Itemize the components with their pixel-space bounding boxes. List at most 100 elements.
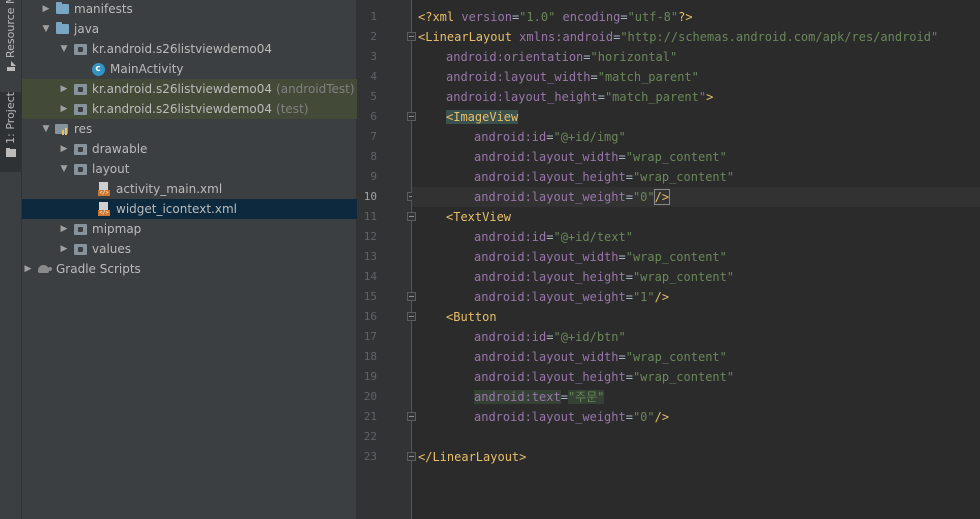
tree-item-values[interactable]: ▶ values xyxy=(22,239,392,259)
line-number: 17 xyxy=(363,330,377,343)
text-caret xyxy=(669,190,671,205)
code-line-1[interactable]: <?xml version="1.0" encoding="utf-8"?> xyxy=(418,7,693,27)
expand-arrow-icon[interactable]: ▶ xyxy=(40,0,52,19)
fold-marker-icon[interactable] xyxy=(407,292,416,301)
tree-item-label: manifests xyxy=(74,2,133,16)
tree-item-label: kr.android.s26listviewdemo04 xyxy=(92,42,273,56)
code-line-4[interactable]: android:layout_width="match_parent" xyxy=(418,67,699,87)
code-line-11[interactable]: <TextView xyxy=(418,207,511,227)
xml-eq: = xyxy=(625,170,633,184)
fold-marker-icon[interactable] xyxy=(407,32,416,41)
xml-attr: android:layout_height xyxy=(474,170,626,184)
tree-item-mipmap[interactable]: ▶ mipmap xyxy=(22,219,392,239)
xml-tag-self-close: /> xyxy=(653,189,671,205)
fold-marker-icon[interactable] xyxy=(407,112,416,121)
xml-value: "http://schemas.android.com/apk/res/andr… xyxy=(620,30,939,44)
collapse-arrow-icon[interactable]: ▼ xyxy=(40,19,52,39)
expand-arrow-icon[interactable]: ▶ xyxy=(58,79,70,99)
code-line-16[interactable]: <Button xyxy=(418,307,497,327)
code-editor[interactable]: 1 2 3 4 5 6 7 8 9 10 11 12 13 14 15 16 1… xyxy=(357,0,980,519)
xml-tag-highlighted: <ImageView xyxy=(446,110,519,124)
xml-eq: = xyxy=(597,90,605,104)
project-tab[interactable]: 1: Project xyxy=(0,92,21,172)
tree-item-label: java xyxy=(74,22,100,36)
expand-arrow-icon[interactable]: ▶ xyxy=(58,99,70,119)
resource-manager-icon xyxy=(6,61,16,71)
xml-eq: = xyxy=(618,350,626,364)
expand-arrow-icon[interactable]: ▶ xyxy=(58,239,70,259)
class-icon: c xyxy=(90,59,106,79)
xml-eq: = xyxy=(618,250,626,264)
code-line-15[interactable]: android:layout_weight="1"/> xyxy=(418,287,669,307)
expand-arrow-icon[interactable]: ▶ xyxy=(22,259,34,279)
tree-item-res[interactable]: ▼ res xyxy=(22,119,374,139)
code-line-12[interactable]: android:id="@+id/text" xyxy=(418,227,633,247)
code-line-7[interactable]: android:id="@+id/img" xyxy=(418,127,626,147)
xml-eq: = xyxy=(583,50,591,64)
code-line-18[interactable]: android:layout_width="wrap_content" xyxy=(418,347,727,367)
line-number: 19 xyxy=(363,370,377,383)
xml-value: "horizontal" xyxy=(590,50,678,64)
project-tree-panel: ▶ manifests ▼ java ▼ kr.android.s26listv… xyxy=(22,0,430,519)
xml-value: "wrap_content" xyxy=(632,170,735,184)
xml-attr: android:layout_width xyxy=(474,350,619,364)
tree-item-manifests[interactable]: ▶ manifests xyxy=(22,0,374,19)
code-line-17[interactable]: android:id="@+id/btn" xyxy=(418,327,626,347)
code-line-3[interactable]: android:orientation="horizontal" xyxy=(418,47,677,67)
code-line-5[interactable]: android:layout_height="match_parent"> xyxy=(418,87,713,107)
folder-icon xyxy=(54,19,70,39)
line-number: 22 xyxy=(363,430,377,443)
tree-item-main-package[interactable]: ▼ kr.android.s26listviewdemo04 xyxy=(22,39,392,59)
fold-marker-icon[interactable] xyxy=(407,452,416,461)
tree-item-test-package[interactable]: ▶ kr.android.s26listviewdemo04 (test) xyxy=(22,99,392,119)
collapse-arrow-icon[interactable]: ▼ xyxy=(58,39,70,59)
xml-value: "match_parent" xyxy=(604,90,707,104)
code-line-10[interactable]: android:layout_weight="0"/> xyxy=(418,187,671,207)
tree-item-label: widget_icontext.xml xyxy=(116,202,237,216)
code-line-23[interactable]: </LinearLayout> xyxy=(418,447,526,467)
xml-value: "0" xyxy=(632,410,655,424)
xml-attr-highlighted: android:text xyxy=(474,390,561,404)
code-line-14[interactable]: android:layout_height="wrap_content" xyxy=(418,267,734,287)
tree-item-java[interactable]: ▼ java xyxy=(22,19,374,39)
collapse-arrow-icon[interactable]: ▼ xyxy=(58,159,70,179)
xml-attr: android:layout_width xyxy=(474,150,619,164)
expand-arrow-icon[interactable]: ▶ xyxy=(58,219,70,239)
tool-window-strip: Resource M 1: Project xyxy=(0,0,22,519)
code-line-19[interactable]: android:layout_height="wrap_content" xyxy=(418,367,734,387)
xml-eq: = xyxy=(560,390,568,404)
resource-manager-tab[interactable]: Resource M xyxy=(0,0,21,80)
line-number: 1 xyxy=(370,10,377,23)
xml-closing-tag: </LinearLayout> xyxy=(418,450,527,464)
package-icon xyxy=(72,79,88,99)
code-line-8[interactable]: android:layout_width="wrap_content" xyxy=(418,147,727,167)
xml-tag-self-close: /> xyxy=(654,290,670,304)
code-line-9[interactable]: android:layout_height="wrap_content" xyxy=(418,167,734,187)
line-number: 4 xyxy=(370,70,377,83)
tree-item-android-test-package[interactable]: ▶ kr.android.s26listviewdemo04 (androidT… xyxy=(22,79,392,99)
expand-arrow-icon[interactable]: ▶ xyxy=(58,139,70,159)
code-line-21[interactable]: android:layout_weight="0"/> xyxy=(418,407,669,427)
code-line-2[interactable]: <LinearLayout xmlns:android="http://sche… xyxy=(418,27,938,47)
collapse-arrow-icon[interactable]: ▼ xyxy=(40,119,52,139)
xml-value: "1" xyxy=(632,290,655,304)
code-line-20[interactable]: android:text="주문" xyxy=(418,387,605,407)
current-line-number: 10 xyxy=(363,190,377,203)
xml-space xyxy=(555,10,562,24)
tree-item-gradle-scripts[interactable]: ▶ Gradle Scripts xyxy=(22,259,356,279)
xml-eq: = xyxy=(625,190,633,204)
tree-item-layout[interactable]: ▼ layout xyxy=(22,159,392,179)
code-line-13[interactable]: android:layout_width="wrap_content" xyxy=(418,247,727,267)
line-number: 12 xyxy=(363,230,377,243)
xml-attr: android:id xyxy=(474,230,547,244)
tree-item-drawable[interactable]: ▶ drawable xyxy=(22,139,392,159)
code-line-6[interactable]: <ImageView xyxy=(418,107,519,127)
tree-item-label: kr.android.s26listviewdemo04 xyxy=(92,102,273,116)
xml-value: "utf-8" xyxy=(627,10,679,24)
xml-eq: = xyxy=(620,10,628,24)
xml-attr: android:id xyxy=(474,330,547,344)
fold-marker-icon[interactable] xyxy=(407,212,416,221)
fold-marker-icon[interactable] xyxy=(407,312,416,321)
fold-marker-icon[interactable] xyxy=(407,412,416,421)
xml-tag: <Button xyxy=(446,310,497,324)
